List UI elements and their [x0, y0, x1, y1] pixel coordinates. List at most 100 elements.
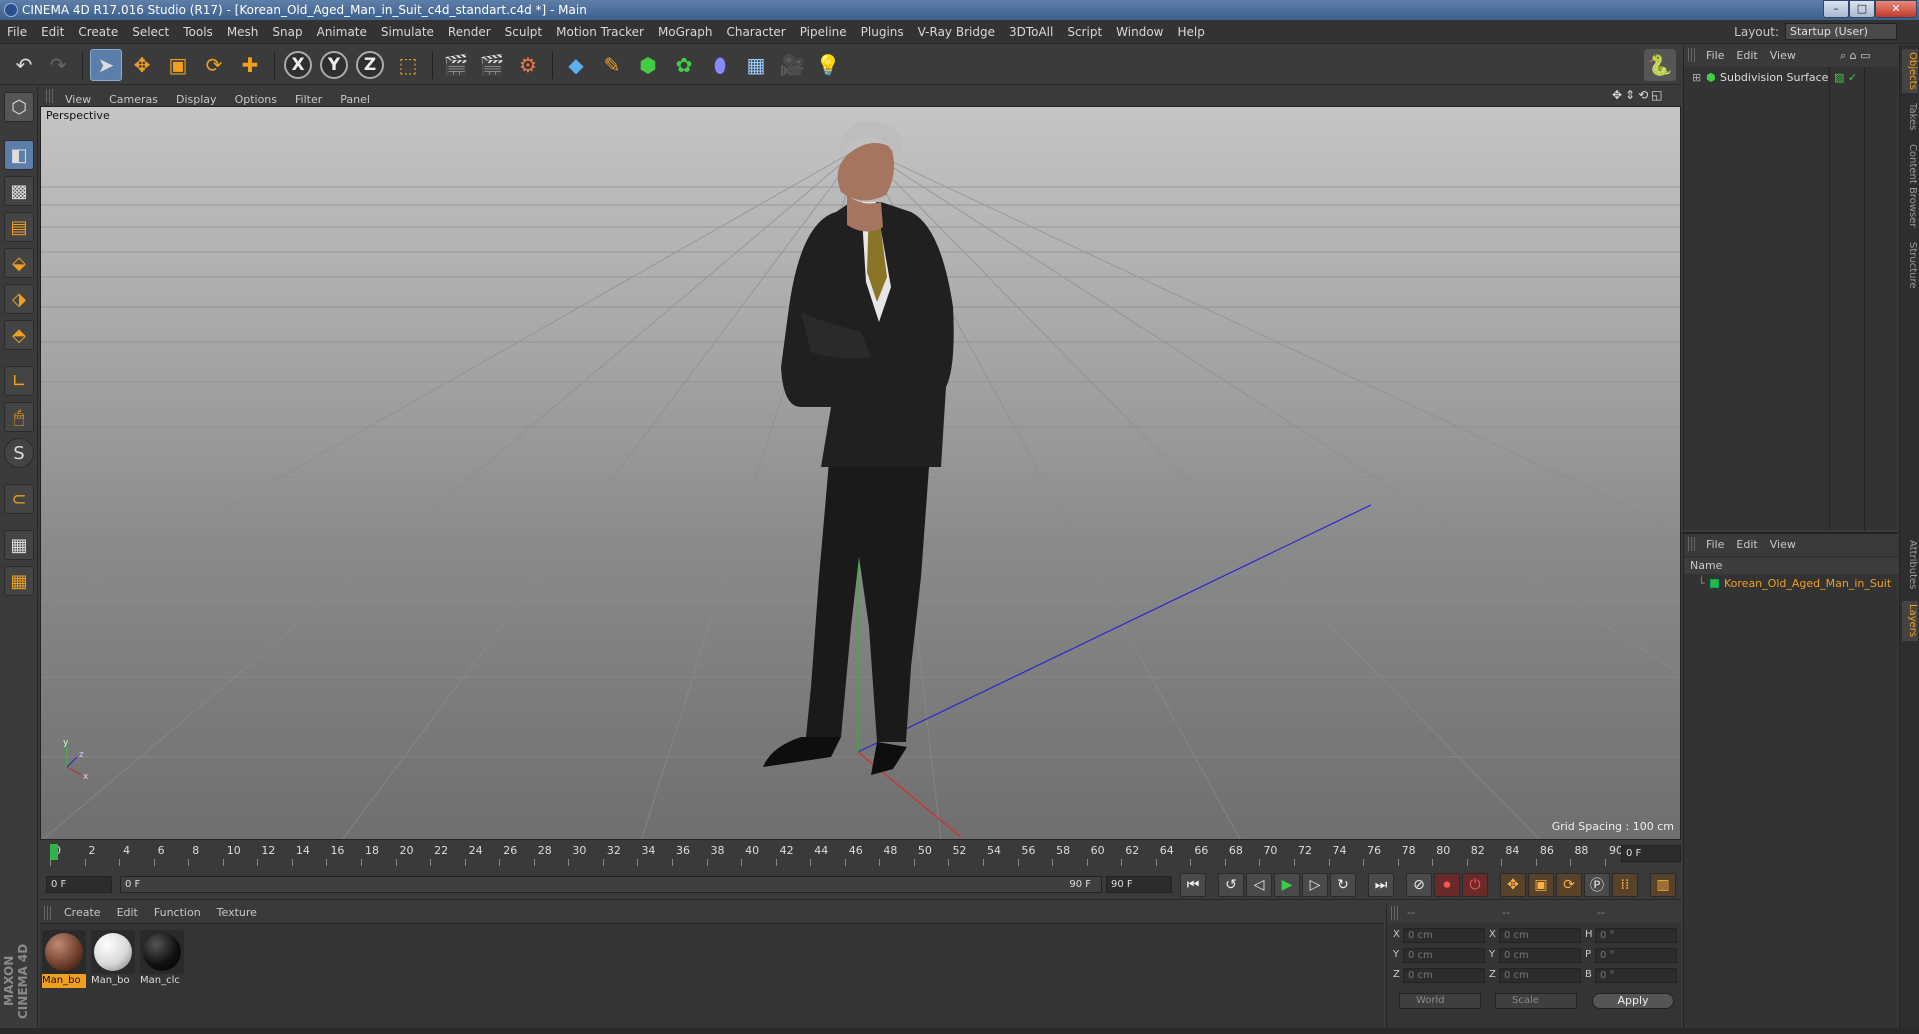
tweak-mode-icon[interactable]: 🖱 [4, 402, 34, 432]
menu-script[interactable]: Script [1060, 20, 1109, 44]
rotation-h-field[interactable]: 0 ° [1595, 928, 1677, 943]
menu-animate[interactable]: Animate [310, 20, 374, 44]
panel-drag-handle[interactable] [1391, 906, 1399, 920]
locked-workplane-icon[interactable]: ▦ [4, 566, 34, 596]
camera-icon[interactable]: 🎥 [776, 49, 808, 81]
next-key-icon[interactable]: ↻ [1330, 873, 1356, 897]
record-active-icon[interactable]: ⏺ [1434, 873, 1460, 897]
timeline-playhead[interactable] [50, 844, 58, 860]
previous-key-icon[interactable]: ↺ [1218, 873, 1244, 897]
edges-mode-icon[interactable]: ⬗ [4, 284, 34, 314]
rotation-p-field[interactable]: 0 ° [1595, 948, 1677, 963]
deformer-icon[interactable]: ⬮ [704, 49, 736, 81]
menu-plugins[interactable]: Plugins [854, 20, 911, 44]
start-frame-field[interactable]: 0 F [46, 876, 112, 893]
minimize-button[interactable]: – [1823, 0, 1849, 18]
material-swatch[interactable]: Man_bo [42, 930, 86, 988]
model-mode-icon[interactable]: ◧ [4, 140, 34, 170]
coordinate-system-icon[interactable]: ⬚ [392, 49, 424, 81]
python-icon[interactable]: 🐍 [1644, 49, 1676, 81]
y-axis-lock-button[interactable]: Y [320, 51, 348, 79]
material-menu-function[interactable]: Function [146, 903, 209, 923]
go-to-end-icon[interactable]: ⏭ [1368, 873, 1394, 897]
render-view-icon[interactable]: 🎬 [440, 49, 472, 81]
next-frame-icon[interactable]: ▷ [1302, 873, 1328, 897]
key-pla-icon[interactable]: ⁞⁞ [1612, 873, 1638, 897]
workplane-lock-icon[interactable]: ▦ [4, 530, 34, 560]
expand-icon[interactable]: ⊞ [1692, 69, 1701, 86]
current-frame-field[interactable]: 0 F [1621, 845, 1681, 862]
menu-select[interactable]: Select [125, 20, 176, 44]
object-row-subdivision-surface[interactable]: ⊞ ⬢ Subdivision Surface ▨ ✓ [1684, 69, 1899, 86]
axis-mode-icon[interactable]: ∟ [4, 366, 34, 396]
texture-mode-icon[interactable]: ▩ [4, 176, 34, 206]
rotate-tool-icon[interactable]: ⟳ [198, 49, 230, 81]
object-menu-file[interactable]: File [1700, 45, 1730, 67]
maximize-button[interactable]: □ [1849, 0, 1875, 18]
previous-frame-icon[interactable]: ◁ [1246, 873, 1272, 897]
timeline-ruler[interactable]: 0246810121416182022242628303234363840424… [40, 842, 1681, 866]
range-slider[interactable]: 0 F 90 F [120, 876, 1102, 893]
end-frame-field[interactable]: 90 F [1106, 876, 1172, 893]
material-swatch[interactable]: Man_bo [91, 930, 135, 988]
scale-tool-icon[interactable]: ▣ [162, 49, 194, 81]
panel-drag-handle[interactable] [46, 89, 54, 103]
menu-mograph[interactable]: MoGraph [651, 20, 720, 44]
panel-drag-handle[interactable] [1688, 537, 1696, 551]
make-editable-icon[interactable]: ⬡ [4, 92, 34, 122]
x-axis-lock-button[interactable]: X [284, 51, 312, 79]
object-menu-edit[interactable]: Edit [1730, 45, 1763, 67]
visibility-check-icon[interactable]: ▨ ✓ [1834, 69, 1857, 86]
key-scale-icon[interactable]: ▣ [1528, 873, 1554, 897]
menu-tools[interactable]: Tools [176, 20, 220, 44]
panel-drag-handle[interactable] [44, 906, 52, 920]
timeline-window-icon[interactable]: ▥ [1650, 873, 1676, 897]
menu-3dtoall[interactable]: 3DToAll [1002, 20, 1060, 44]
layout-select[interactable]: Startup (User) [1785, 23, 1897, 40]
position-z-field[interactable]: 0 cm [1403, 968, 1485, 983]
redo-icon[interactable]: ↷ [42, 49, 74, 81]
size-x-field[interactable]: 0 cm [1499, 928, 1581, 943]
menu-mesh[interactable]: Mesh [220, 20, 266, 44]
snap-icon[interactable]: S [4, 438, 34, 468]
close-button[interactable]: ✕ [1875, 0, 1917, 18]
menu-sculpt[interactable]: Sculpt [498, 20, 549, 44]
points-mode-icon[interactable]: ⬙ [4, 248, 34, 278]
tab-layers[interactable]: Layers [1902, 601, 1918, 641]
render-picture-viewer-icon[interactable]: 🎬 [476, 49, 508, 81]
material-menu-create[interactable]: Create [56, 903, 109, 923]
key-position-icon[interactable]: ✥ [1500, 873, 1526, 897]
transform-tool-icon[interactable]: ✚ [234, 49, 266, 81]
tab-takes[interactable]: Takes [1902, 101, 1918, 133]
tab-structure[interactable]: Structure [1902, 239, 1918, 291]
size-z-field[interactable]: 0 cm [1499, 968, 1581, 983]
workplane-mode-icon[interactable]: ▤ [4, 212, 34, 242]
move-tool-icon[interactable]: ✥ [126, 49, 158, 81]
viewport-nav-icons[interactable]: ✥⇕⟲◱ [1612, 88, 1666, 102]
material-menu-texture[interactable]: Texture [209, 903, 265, 923]
position-y-field[interactable]: 0 cm [1403, 948, 1485, 963]
apply-button[interactable]: Apply [1592, 993, 1674, 1009]
z-axis-lock-button[interactable]: Z [356, 51, 384, 79]
menu-snap[interactable]: Snap [265, 20, 309, 44]
menu-window[interactable]: Window [1109, 20, 1170, 44]
menu-render[interactable]: Render [441, 20, 498, 44]
perspective-viewport[interactable]: y x z Perspective Grid Spacing : 100 cm [40, 106, 1681, 840]
polygons-mode-icon[interactable]: ⬘ [4, 320, 34, 350]
render-settings-icon[interactable]: ⚙ [512, 49, 544, 81]
tab-objects[interactable]: Objects [1902, 49, 1918, 93]
go-to-start-icon[interactable]: ⏮ [1180, 873, 1206, 897]
menu-help[interactable]: Help [1170, 20, 1211, 44]
menu-create[interactable]: Create [71, 20, 125, 44]
menu-pipeline[interactable]: Pipeline [793, 20, 854, 44]
cube-primitive-icon[interactable]: ◆ [560, 49, 592, 81]
material-menu-edit[interactable]: Edit [109, 903, 146, 923]
menu-motion-tracker[interactable]: Motion Tracker [549, 20, 651, 44]
layer-menu-view[interactable]: View [1764, 534, 1802, 556]
menu-edit[interactable]: Edit [34, 20, 71, 44]
key-rotation-icon[interactable]: ⟳ [1556, 873, 1582, 897]
coordinate-mode-select[interactable]: World [1399, 993, 1481, 1009]
light-icon[interactable]: 💡 [812, 49, 844, 81]
menu-file[interactable]: File [0, 20, 34, 44]
subdivision-generator-icon[interactable]: ⬢ [632, 49, 664, 81]
